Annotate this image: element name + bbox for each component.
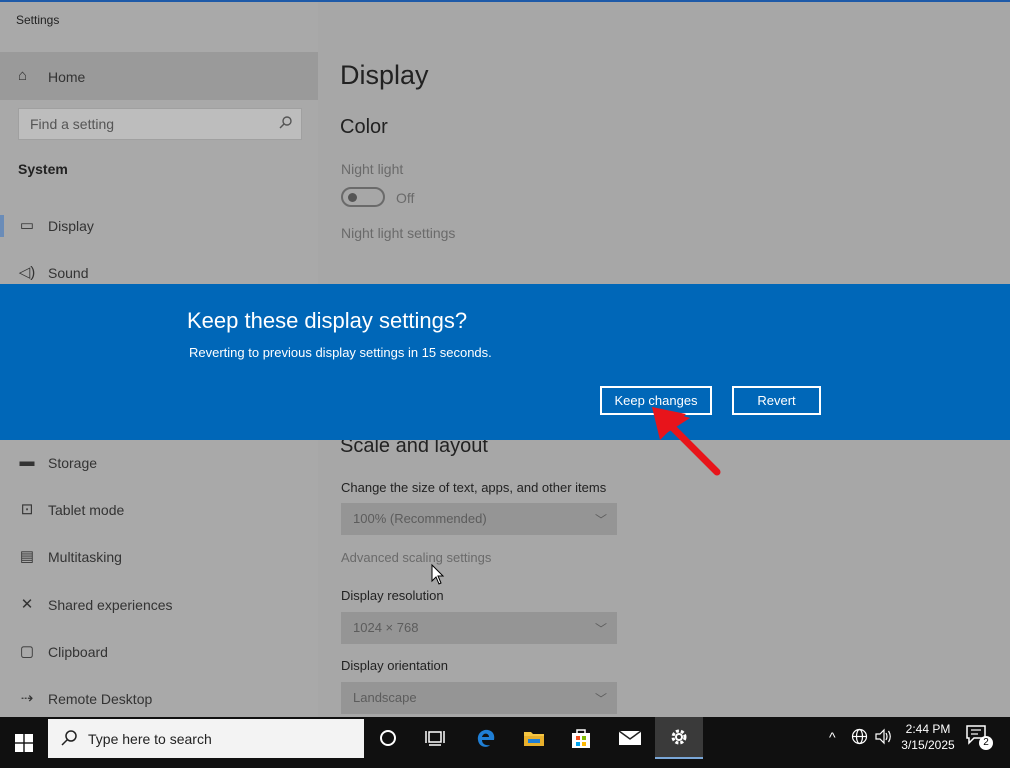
search-icon (279, 115, 293, 132)
monitor-icon: ▭ (19, 217, 35, 234)
home-icon: ⌂ (18, 67, 28, 84)
night-light-settings-link[interactable]: Night light settings (341, 225, 455, 241)
mail-button[interactable] (606, 717, 654, 759)
sidebar-item-tablet-mode[interactable]: ⊡ Tablet mode (0, 487, 318, 533)
edge-icon (477, 729, 495, 747)
resolution-value: 1024 × 768 (353, 620, 419, 635)
sidebar-item-shared-experiences[interactable]: ✕ Shared experiences (0, 582, 318, 628)
sidebar-item-label: Remote Desktop (48, 691, 153, 707)
task-view-icon (425, 731, 445, 746)
taskbar: Type here to search ^ 2:44 PM 3/15/2025 … (0, 717, 1010, 768)
scale-label: Change the size of text, apps, and other… (341, 480, 607, 495)
home-label: Home (48, 69, 86, 85)
night-light-state: Off (396, 190, 415, 206)
sidebar-item-label: Display (48, 218, 94, 234)
start-button[interactable] (0, 717, 48, 768)
orientation-value: Landscape (353, 690, 417, 705)
keep-settings-dialog: Keep these display settings? Reverting t… (0, 284, 1010, 440)
store-icon (572, 729, 590, 748)
network-icon[interactable] (851, 728, 868, 748)
taskbar-search-placeholder: Type here to search (88, 731, 212, 747)
sidebar-item-label: Storage (48, 455, 98, 471)
night-light-toggle[interactable] (341, 187, 385, 207)
settings-taskbar-button[interactable] (655, 717, 703, 759)
multitasking-icon: ▤ (19, 548, 35, 565)
tablet-icon: ⊡ (20, 501, 34, 518)
keep-changes-button[interactable]: Keep changes (600, 386, 712, 415)
sidebar-item-label: Tablet mode (48, 502, 125, 518)
sidebar-item-multitasking[interactable]: ▤ Multitasking (0, 534, 318, 580)
gear-icon (671, 729, 687, 745)
sidebar-item-display[interactable]: ▭ Display (0, 203, 318, 249)
speaker-icon: ◁) (18, 264, 36, 281)
folder-icon (524, 732, 544, 746)
settings-window: ⌂ Home Find a setting System ▭ Display ◁… (0, 0, 1010, 717)
search-placeholder: Find a setting (30, 116, 115, 132)
home-nav-item[interactable]: ⌂ Home (0, 52, 318, 100)
sidebar-item-clipboard[interactable]: ▢ Clipboard (0, 629, 318, 675)
find-setting-input[interactable]: Find a setting (18, 108, 302, 140)
sidebar-item-storage[interactable]: ▬ Storage (0, 440, 318, 486)
scale-dropdown[interactable]: 100% (Recommended) ﹀ (341, 503, 617, 535)
night-light-label: Night light (341, 161, 404, 177)
mail-icon (618, 730, 642, 745)
dialog-message: Reverting to previous display settings i… (189, 345, 492, 360)
resolution-label: Display resolution (341, 588, 444, 603)
sidebar-item-label: Shared experiences (48, 597, 173, 613)
system-clock[interactable]: 2:44 PM 3/15/2025 (894, 721, 962, 753)
store-button[interactable] (557, 717, 605, 759)
sidebar-section-title: System (18, 161, 68, 177)
volume-icon[interactable] (875, 728, 893, 748)
clipboard-icon: ▢ (19, 643, 35, 660)
task-view-button[interactable] (411, 717, 459, 759)
remote-desktop-icon: ⇢ (20, 690, 34, 707)
search-icon (60, 729, 78, 752)
orientation-label: Display orientation (341, 658, 448, 673)
clock-date: 3/15/2025 (901, 738, 955, 752)
window-title: Settings (16, 13, 60, 27)
page-title: Display (340, 60, 429, 90)
notification-count-badge: 2 (979, 736, 993, 750)
chevron-down-icon: ﹀ (594, 692, 607, 706)
action-center-button[interactable]: 2 (966, 725, 994, 753)
clock-time: 2:44 PM (905, 722, 951, 736)
toggle-knob (348, 193, 357, 202)
storage-icon: ▬ (19, 453, 35, 470)
edge-button[interactable] (462, 717, 510, 759)
resolution-dropdown[interactable]: 1024 × 768 ﹀ (341, 612, 617, 644)
shared-icon: ✕ (20, 596, 34, 613)
chevron-down-icon: ﹀ (594, 513, 607, 527)
color-heading: Color (340, 116, 388, 138)
chevron-up-icon[interactable]: ^ (829, 729, 836, 745)
sidebar-item-label: Clipboard (48, 644, 108, 660)
windows-logo-icon (15, 733, 33, 752)
sidebar-item-label: Multitasking (48, 549, 122, 565)
sidebar-item-remote-desktop[interactable]: ⇢ Remote Desktop (0, 676, 318, 717)
sidebar-item-label: Sound (48, 265, 89, 281)
orientation-dropdown[interactable]: Landscape ﹀ (341, 682, 617, 714)
revert-button[interactable]: Revert (732, 386, 821, 415)
advanced-scaling-link[interactable]: Advanced scaling settings (341, 550, 491, 565)
dialog-title: Keep these display settings? (187, 308, 468, 333)
file-explorer-button[interactable] (510, 717, 558, 759)
taskbar-search-box[interactable]: Type here to search (48, 719, 364, 758)
cortana-button[interactable] (364, 717, 412, 759)
scale-value: 100% (Recommended) (353, 511, 487, 526)
cortana-icon (380, 730, 396, 746)
chevron-down-icon: ﹀ (594, 622, 607, 636)
